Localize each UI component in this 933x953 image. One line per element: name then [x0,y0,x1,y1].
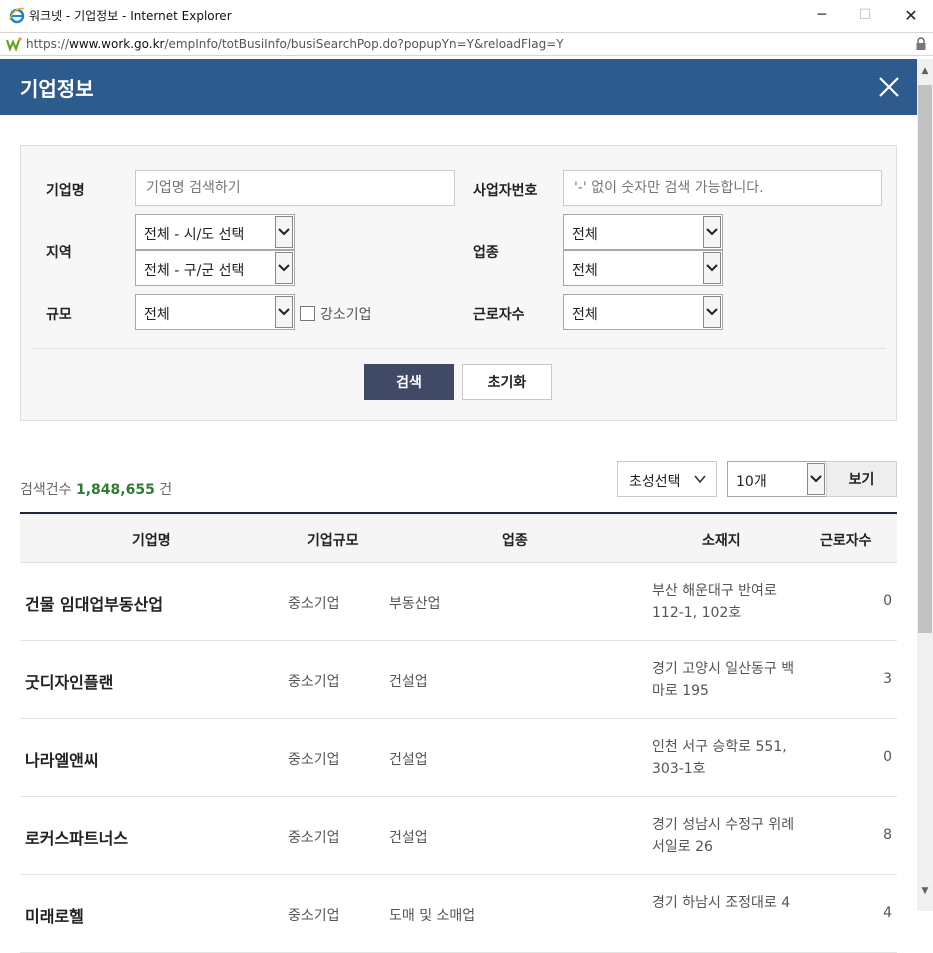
company-size: 중소기업 [288,752,340,768]
company-name-label: 기업명 [46,183,85,199]
scale-select[interactable]: 전체 [135,294,295,330]
business-number-label: 사업자번호 [473,183,538,199]
result-count-suffix: 건 [159,482,173,498]
header-workers: 근로자수 [820,533,872,549]
search-button[interactable]: 검색 [364,364,454,400]
company-workers: 0 [883,593,892,609]
region-label: 지역 [46,245,72,261]
table-row[interactable]: 나라엘앤씨 중소기업 건설업 인천 서구 승학로 551, 303-1호 0 [20,719,897,797]
per-page-value: 10개 [736,474,767,490]
company-name-input[interactable] [135,170,455,206]
company-size: 중소기업 [288,674,340,690]
company-name[interactable]: 굿디자인플랜 [25,669,113,693]
form-divider [31,348,886,349]
popup-title: 기업정보 [20,77,94,101]
popup-header: 기업정보 [0,59,917,115]
workers-label: 근로자수 [473,307,525,323]
company-industry: 건설업 [389,674,428,690]
maximize-button[interactable]: ☐ [851,4,879,26]
lock-icon[interactable] [915,37,927,51]
worknet-favicon-icon [6,37,22,51]
company-workers: 8 [883,827,892,843]
initial-consonant-value: 초성선택 [629,474,681,490]
vertical-scrollbar[interactable]: ▲ ▼ [917,59,933,911]
result-count: 검색건수 1,848,655 건 [20,479,172,499]
header-location: 소재지 [702,533,741,549]
initial-consonant-select[interactable]: 초성선택 [617,461,717,497]
region-gugun-value: 전체 - 구/군 선택 [144,263,245,279]
chevron-down-icon[interactable] [807,463,825,495]
chevron-down-icon[interactable] [275,216,293,248]
scroll-up-arrow-icon[interactable]: ▲ [917,63,933,79]
table-row[interactable]: 건물 임대업부동산업 중소기업 부동산업 부산 해운대구 반여로 112-1, … [20,563,897,641]
strong-company-label[interactable]: 강소기업 [320,304,372,324]
company-name[interactable]: 미래로헬 [25,903,84,927]
url-path: /empInfo/totBusiInfo/busiSearchPop.do?po… [164,37,564,51]
chevron-down-icon[interactable] [275,296,293,328]
company-industry: 건설업 [389,752,428,768]
url-host: www.work.go.kr [69,37,165,51]
company-name[interactable]: 로커스파트너스 [25,825,128,849]
company-address: 부산 해운대구 반여로 112-1, 102호 [652,583,777,621]
company-name[interactable]: 건물 임대업부동산업 [25,591,163,615]
workers-select[interactable]: 전체 [563,294,723,330]
url-text[interactable]: https://www.work.go.kr/empInfo/totBusiIn… [26,37,564,51]
close-icon[interactable] [877,75,901,99]
table-header: 기업명 기업규모 업종 소재지 근로자수 [20,512,897,563]
scale-value: 전체 [144,307,170,323]
header-company-size: 기업규모 [307,533,359,549]
address-bar[interactable]: https://www.work.go.kr/empInfo/totBusiIn… [0,32,933,56]
company-industry: 부동산업 [389,596,441,612]
company-address: 인천 서구 승학로 551, 303-1호 [652,739,787,777]
business-number-input[interactable] [563,170,882,206]
table-row[interactable]: 굿디자인플랜 중소기업 건설업 경기 고양시 일산동구 백마로 195 3 [20,641,897,719]
header-industry: 업종 [502,533,528,549]
industry-value-2: 전체 [572,263,598,279]
table-row[interactable]: 미래로헬 중소기업 도매 및 소매업 경기 하남시 조정대로 4 4 [20,875,897,953]
company-size: 중소기업 [288,908,340,924]
window-titlebar: 워크넷 - 기업정보 - Internet Explorer ─ ☐ ✕ [0,0,933,30]
region-sido-select[interactable]: 전체 - 시/도 선택 [135,214,295,250]
industry-select-2[interactable]: 전체 [563,250,723,286]
company-name[interactable]: 나라엘앤씨 [25,747,99,771]
chevron-down-icon[interactable] [275,252,293,284]
strong-company-checkbox[interactable] [300,306,315,321]
company-address: 경기 고양시 일산동구 백마로 195 [652,661,795,699]
industry-value-1: 전체 [572,227,598,243]
chevron-down-icon[interactable] [703,252,721,284]
company-workers: 0 [883,749,892,765]
chevron-down-icon[interactable] [703,216,721,248]
company-workers: 4 [883,905,892,921]
company-industry: 도매 및 소매업 [389,908,476,924]
industry-select-1[interactable]: 전체 [563,214,723,250]
window-title: 워크넷 - 기업정보 - Internet Explorer [29,9,232,23]
url-scheme: https:// [26,37,70,51]
reset-button[interactable]: 초기화 [462,364,552,400]
view-button[interactable]: 보기 [826,461,897,497]
chevron-down-icon[interactable] [703,296,721,328]
chevron-down-icon [694,475,706,484]
company-address: 경기 성남시 수정구 위례서일로 26 [652,817,795,855]
scroll-down-arrow-icon[interactable]: ▼ [917,883,933,899]
table-row[interactable]: 로커스파트너스 중소기업 건설업 경기 성남시 수정구 위례서일로 26 8 [20,797,897,875]
region-sido-value: 전체 - 시/도 선택 [144,227,245,243]
company-industry: 건설업 [389,830,428,846]
company-size: 중소기업 [288,830,340,846]
internet-explorer-icon [9,7,25,24]
scale-label: 규모 [46,307,72,323]
company-workers: 3 [883,671,892,687]
industry-label: 업종 [473,245,499,261]
minimize-button[interactable]: ─ [808,4,836,26]
result-count-number: 1,848,655 [75,482,155,498]
result-count-prefix: 검색건수 [20,482,72,498]
region-gugun-select[interactable]: 전체 - 구/군 선택 [135,250,295,286]
workers-value: 전체 [572,307,598,323]
search-form: 기업명 사업자번호 지역 전체 - 시/도 선택 전체 - 구/군 선택 업종 … [20,145,897,421]
scrollbar-thumb[interactable] [918,85,932,633]
per-page-select[interactable]: 10개 [727,461,827,497]
header-company-name: 기업명 [132,533,171,549]
company-size: 중소기업 [288,596,340,612]
window-close-button[interactable]: ✕ [897,4,925,26]
